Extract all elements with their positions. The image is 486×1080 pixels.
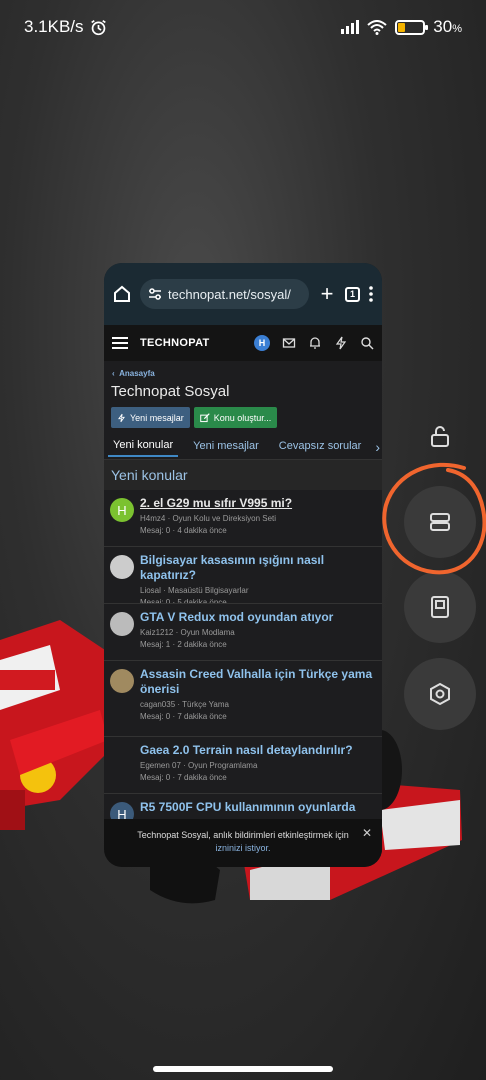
status-bar: 3.1KB/s 30%: [0, 0, 486, 56]
unlock-icon: [431, 426, 449, 447]
edit-icon: [199, 412, 210, 422]
floating-window-button[interactable]: [404, 571, 476, 643]
search-icon[interactable]: [360, 336, 374, 350]
tab-bar: Yeni konular Yeni mesajlar Cevapsız soru…: [104, 433, 382, 460]
site-logo[interactable]: TECHNOPAT: [140, 337, 242, 349]
thread-stats: Mesaj: 1 · 2 dakika önce: [140, 640, 227, 649]
thread-title[interactable]: Bilgisayar kasasının ışığını nasıl kapat…: [140, 553, 376, 583]
thread-forum[interactable]: Türkçe Yama: [182, 700, 229, 709]
thread-title[interactable]: R5 7500F CPU kullanımının oyunlarda: [140, 800, 355, 815]
address-bar[interactable]: technopat.net/sosyal/: [140, 279, 309, 309]
tab-switcher-button[interactable]: 1: [345, 286, 360, 302]
thread-row[interactable]: Assasin Creed Valhalla için Türkçe yama …: [104, 661, 382, 737]
tab-unanswered[interactable]: Cevapsız sorular: [274, 436, 367, 456]
thread-forum[interactable]: Oyun Programlama: [188, 761, 257, 770]
menu-icon[interactable]: [112, 337, 128, 349]
thread-list: H 2. el G29 mu sıfır V995 mi? H4mz4 · Oyun…: [104, 490, 382, 851]
page-title: Technopat Sosyal: [111, 383, 230, 400]
tab-new-topics[interactable]: Yeni konular: [108, 435, 179, 457]
thread-row[interactable]: H 2. el G29 mu sıfır V995 mi? H4mz4 · Oyun…: [104, 490, 382, 547]
thread-author[interactable]: Egemen 07: [140, 761, 181, 770]
banner-link[interactable]: izninizi istiyor.: [104, 842, 382, 855]
alarm-icon: [90, 19, 106, 35]
avatar[interactable]: [110, 612, 134, 636]
thread-row[interactable]: Gaea 2.0 Terrain nasıl detaylandırılır? E…: [104, 737, 382, 794]
signal-icon: [341, 20, 360, 34]
bell-icon[interactable]: [308, 336, 322, 350]
thread-stats: Mesaj: 0 · 7 dakika önce: [140, 773, 227, 782]
avatar[interactable]: [110, 555, 134, 579]
battery-icon: [395, 19, 429, 35]
home-icon[interactable]: [112, 284, 132, 304]
thread-forum[interactable]: Masaüstü Bilgisayarlar: [168, 586, 248, 595]
thread-stats: Mesaj: 0 · 7 dakika önce: [140, 712, 227, 721]
mail-icon[interactable]: [282, 336, 296, 350]
create-topic-button[interactable]: Konu oluştur...: [193, 407, 278, 428]
thread-stats: Mesaj: 0 · 4 dakika önce: [140, 526, 227, 535]
thread-author[interactable]: H4mz4: [140, 514, 165, 523]
new-messages-button[interactable]: Yeni mesajlar: [111, 407, 190, 428]
thread-meta: Kaiz1212 · Oyun Modlama: [140, 628, 235, 637]
thread-meta: Egemen 07 · Oyun Programlama: [140, 761, 258, 770]
user-avatar[interactable]: H: [254, 335, 270, 351]
thread-meta: cagan035 · Türkçe Yama: [140, 700, 229, 709]
thread-row[interactable]: Bilgisayar kasasının ışığını nasıl kapat…: [104, 547, 382, 604]
avatar[interactable]: H: [110, 498, 134, 522]
notification-permission-banner: Technopat Sosyal, anlık bildirimleri etk…: [104, 819, 382, 867]
avatar[interactable]: [110, 745, 134, 769]
battery-level: [398, 22, 406, 32]
thread-title[interactable]: Assasin Creed Valhalla için Türkçe yama …: [140, 667, 376, 697]
wifi-icon: [367, 19, 387, 35]
close-icon[interactable]: ✕: [362, 827, 372, 840]
avatar[interactable]: [110, 669, 134, 693]
new-tab-button[interactable]: +: [317, 283, 337, 305]
thread-forum[interactable]: Oyun Modlama: [180, 628, 234, 637]
url-text: technopat.net/sosyal/: [168, 286, 291, 302]
battery-percent: 30%: [433, 17, 462, 36]
hand-drawn-circle-annotation: [382, 462, 486, 575]
breadcrumb[interactable]: ‹ Anasayfa: [104, 361, 382, 379]
thread-forum[interactable]: Oyun Kolu ve Direksiyon Seti: [172, 514, 276, 523]
more-options-icon[interactable]: [368, 286, 374, 302]
tab-new-messages[interactable]: Yeni mesajlar: [188, 436, 264, 456]
lightning-icon[interactable]: [334, 336, 348, 350]
settings-button[interactable]: [404, 658, 476, 730]
thread-title[interactable]: 2. el G29 mu sıfır V995 mi?: [140, 496, 292, 511]
floating-browser-window[interactable]: technopat.net/sosyal/ + 1 TECHNOPAT H ‹ …: [104, 263, 382, 867]
chevron-right-icon[interactable]: ›: [375, 439, 380, 455]
banner-text: Technopat Sosyal, anlık bildirimleri etk…: [137, 830, 349, 840]
browser-toolbar: technopat.net/sosyal/ + 1: [104, 263, 382, 325]
thread-meta: H4mz4 · Oyun Kolu ve Direksiyon Seti: [140, 514, 277, 523]
settings-icon: [430, 682, 450, 706]
floating-window-icon: [431, 596, 449, 618]
thread-author[interactable]: Liosal: [140, 586, 161, 595]
thread-title[interactable]: GTA V Redux mod oyundan atıyor: [140, 610, 333, 625]
thread-meta: Liosal · Masaüstü Bilgisayarlar: [140, 586, 249, 595]
section-title: Yeni konular: [104, 460, 382, 490]
thread-row[interactable]: GTA V Redux mod oyundan atıyor Kaiz1212 ·…: [104, 604, 382, 661]
site-settings-icon[interactable]: [148, 288, 162, 300]
thread-author[interactable]: Kaiz1212: [140, 628, 173, 637]
home-gesture-bar[interactable]: [153, 1066, 333, 1072]
site-header: TECHNOPAT H: [104, 325, 382, 361]
thread-title[interactable]: Gaea 2.0 Terrain nasıl detaylandırılır?: [140, 743, 353, 758]
lightning-icon: [118, 413, 125, 422]
thread-author[interactable]: cagan035: [140, 700, 175, 709]
network-speed: 3.1KB/s: [24, 17, 84, 36]
